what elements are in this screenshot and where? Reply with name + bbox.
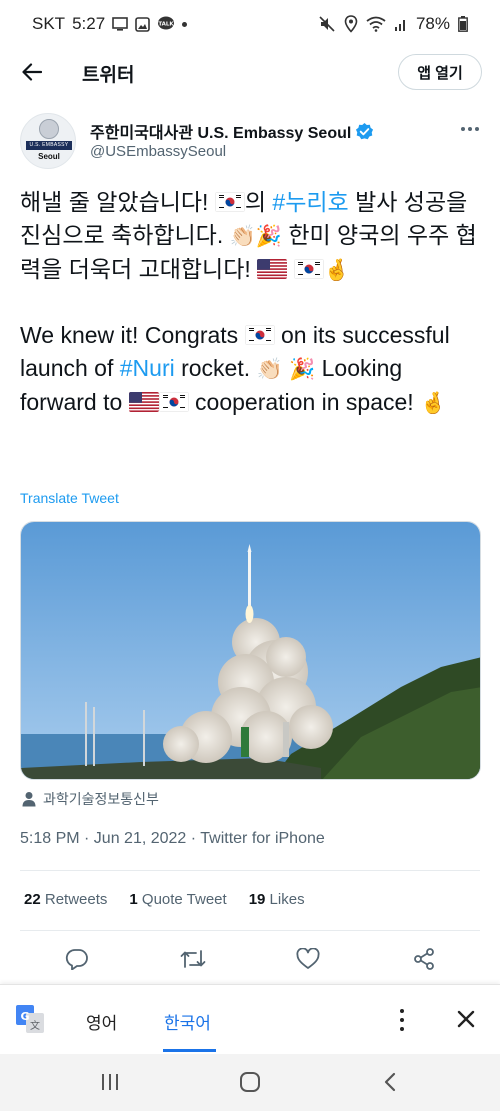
divider: [20, 870, 480, 871]
back-chevron-icon: [384, 1072, 396, 1092]
author-handle[interactable]: @USEmbassySeoul: [90, 143, 226, 160]
retweet-icon: [180, 950, 206, 968]
recent-apps-icon: [102, 1074, 118, 1090]
battery-label: 78%: [415, 14, 450, 33]
reply-icon: [65, 949, 88, 970]
page-title: 트위터: [82, 65, 135, 86]
retweet-button[interactable]: [178, 944, 208, 974]
svg-text:文: 文: [30, 1019, 40, 1032]
home-button[interactable]: [238, 1070, 262, 1094]
svg-text:TALK: TALK: [158, 22, 174, 28]
embassy-seal-icon: [39, 119, 59, 139]
close-icon: [457, 1010, 475, 1028]
gallery-icon: [135, 16, 150, 32]
avatar[interactable]: U.S. EMBASSY Seoul: [20, 113, 76, 169]
google-translate-icon: G文: [16, 1005, 44, 1033]
svg-text:G: G: [20, 1010, 29, 1023]
tweet-media-image[interactable]: [20, 521, 481, 780]
back-button[interactable]: [18, 58, 46, 86]
share-icon: [414, 948, 434, 970]
korea-flag-icon: [293, 258, 324, 279]
us-flag-icon: [128, 391, 159, 412]
translate-bar: G文 영어 한국어: [0, 984, 500, 1054]
talk-icon: TALK: [158, 16, 175, 30]
tweet-text-korean: 해낼 줄 알았습니다! 의 #누리호 발사 성공을 진심으로 축하합니다. 👏🏻…: [20, 189, 477, 282]
avatar-city: Seoul: [38, 152, 60, 161]
korea-flag-icon: [244, 325, 275, 346]
clapping-hands-icon: 👏🏻: [229, 223, 256, 248]
translate-tweet-link[interactable]: Translate Tweet: [20, 490, 119, 506]
recent-apps-button[interactable]: [98, 1070, 122, 1094]
tweet-author: U.S. EMBASSY Seoul 주한미국대사관 U.S. Embassy …: [20, 113, 482, 169]
source-language-tab[interactable]: 영어: [86, 1009, 117, 1034]
likes-stat[interactable]: 19 Likes: [249, 891, 305, 908]
hashtag-link[interactable]: #누리호: [272, 189, 348, 215]
clapping-hands-icon: 👏🏻: [256, 357, 283, 382]
korea-flag-icon: [214, 192, 245, 212]
tweet-timestamp[interactable]: 5:18 PM · Jun 21, 2022 · Twitter for iPh…: [20, 830, 325, 848]
signal-icon: [394, 20, 405, 31]
mute-icon: [319, 16, 335, 32]
back-arrow-icon: [22, 63, 42, 81]
party-popper-icon: 🎉: [289, 357, 316, 382]
share-button[interactable]: [409, 944, 439, 974]
like-button[interactable]: [293, 944, 323, 974]
party-popper-icon: 🎉: [255, 223, 282, 248]
translate-close-button[interactable]: [454, 1007, 478, 1031]
like-icon: [296, 948, 320, 969]
author-name-label: 주한미국대사관 U.S. Embassy Seoul: [90, 125, 352, 142]
more-icon: [461, 127, 465, 131]
tweet-text-english: We knew it! Congrats on its successful l…: [20, 322, 450, 415]
target-language-tab[interactable]: 한국어: [164, 1009, 211, 1034]
carrier-label: SKT: [32, 14, 66, 33]
more-icon: [400, 1009, 404, 1013]
quote-tweets-stat[interactable]: 1 Quote Tweet: [129, 891, 226, 908]
reply-button[interactable]: [62, 944, 92, 974]
retweets-stat[interactable]: 22 Retweets: [24, 891, 107, 908]
crossed-fingers-icon: 🤞: [420, 390, 447, 415]
author-name[interactable]: 주한미국대사관 U.S. Embassy Seoul: [90, 119, 374, 143]
verified-badge-icon: [356, 122, 374, 139]
back-nav-button[interactable]: [378, 1070, 402, 1094]
status-bar: SKT 5:27 TALK 78%: [0, 0, 500, 48]
system-nav-bar: [0, 1054, 500, 1111]
more-button[interactable]: [458, 121, 482, 137]
wifi-icon: [366, 16, 386, 32]
rocket-launch-photo: [21, 522, 480, 779]
hashtag-link[interactable]: #Nuri: [120, 355, 175, 381]
open-app-button[interactable]: 앱 열기: [398, 54, 482, 90]
screen-share-icon: [112, 17, 128, 31]
tweet-actions: [20, 944, 480, 974]
divider: [20, 930, 480, 931]
tweet-stats: 22 Retweets 1 Quote Tweet 19 Likes: [24, 891, 305, 908]
home-icon: [240, 1072, 260, 1092]
media-caption-label: 과학기술정보통신부: [43, 791, 159, 807]
tweet-text: 해낼 줄 알았습니다! 의 #누리호 발사 성공을 진심으로 축하합니다. 👏🏻…: [20, 186, 482, 420]
avatar-banner: U.S. EMBASSY: [26, 141, 72, 150]
translate-more-button[interactable]: [392, 1007, 412, 1033]
battery-icon: [458, 16, 468, 32]
media-caption: 과학기술정보통신부: [22, 789, 159, 809]
crossed-fingers-icon: 🤞: [323, 257, 350, 282]
top-bar: 트위터 앱 열기: [0, 48, 500, 96]
notification-dot-icon: [182, 21, 188, 27]
active-tab-indicator: [163, 1049, 216, 1052]
us-flag-icon: [257, 258, 288, 279]
korea-flag-icon: [158, 391, 189, 412]
person-icon: [22, 792, 36, 807]
location-icon: [344, 15, 358, 33]
clock: 5:27: [72, 14, 106, 33]
